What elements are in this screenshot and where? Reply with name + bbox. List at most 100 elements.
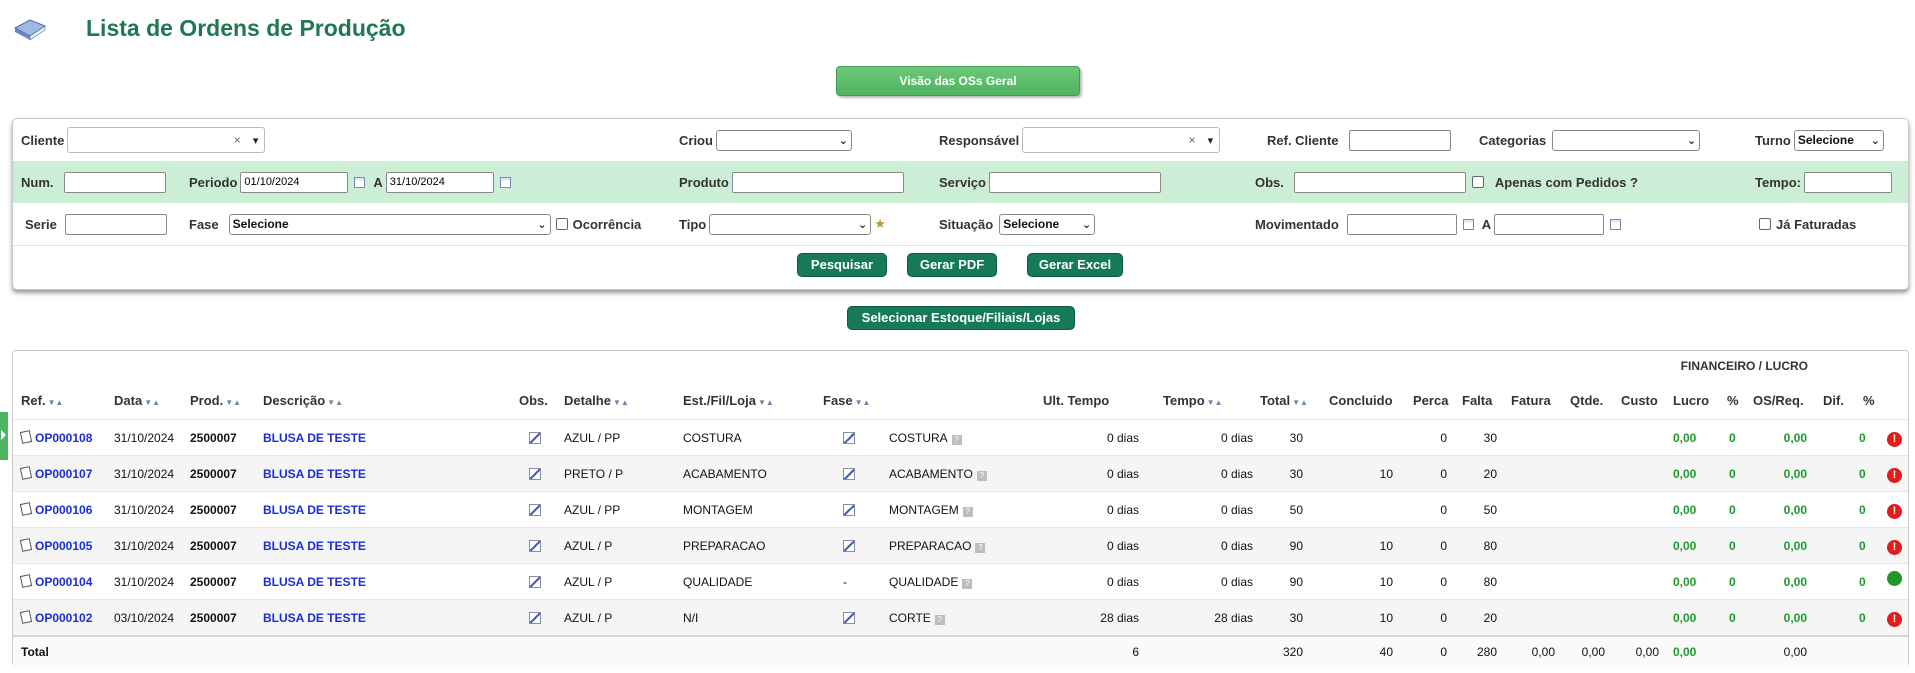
status-alert-icon[interactable]: ! — [1887, 540, 1902, 555]
clear-icon[interactable]: × — [1189, 133, 1196, 147]
situacao-select[interactable]: Selecione ⌄ — [999, 213, 1096, 235]
description-link[interactable]: BLUSA DE TESTE — [263, 600, 366, 636]
sort-icon[interactable]: ▼▲ — [48, 398, 64, 407]
col-est[interactable]: Est./Fil/Loja ▼▲ — [683, 383, 774, 419]
table-row[interactable]: OP000102 03/10/2024 2500007 BLUSA DE TESTE A… — [13, 599, 1908, 635]
status-alert-icon[interactable]: ! — [1887, 432, 1902, 447]
sort-icon[interactable]: ▼▲ — [855, 398, 871, 407]
star-icon[interactable]: ★ — [874, 216, 886, 232]
categorias-select[interactable]: ⌄ — [1552, 129, 1701, 151]
help-icon[interactable]: ? — [975, 543, 986, 553]
criou-select[interactable]: ⌄ — [715, 129, 852, 151]
ref-cliente-input[interactable] — [1348, 129, 1451, 151]
sort-icon[interactable]: ▼▲ — [1292, 398, 1308, 407]
ja-faturadas-checkbox[interactable] — [1759, 218, 1771, 230]
periodo-from-input[interactable] — [240, 171, 349, 193]
table-row[interactable]: OP000106 31/10/2024 2500007 BLUSA DE TESTE A… — [13, 491, 1908, 527]
movimentado-to-input[interactable] — [1494, 213, 1605, 235]
description-link[interactable]: BLUSA DE TESTE — [263, 420, 366, 456]
col-data[interactable]: Data ▼▲ — [114, 383, 160, 419]
servico-input[interactable] — [988, 171, 1161, 193]
tipo-select[interactable]: ⌄ — [709, 213, 872, 235]
description-link[interactable]: BLUSA DE TESTE — [263, 528, 366, 564]
help-icon[interactable]: ? — [962, 507, 973, 517]
order-ref-link[interactable]: OP000106 — [35, 503, 92, 517]
edit-icon[interactable] — [843, 468, 855, 480]
document-icon[interactable] — [19, 430, 33, 444]
document-icon[interactable] — [19, 574, 33, 588]
edit-icon[interactable] — [843, 612, 855, 624]
sort-icon[interactable]: ▼▲ — [758, 398, 774, 407]
order-ref-link[interactable]: OP000107 — [35, 467, 92, 481]
edit-icon[interactable] — [843, 504, 855, 516]
table-row[interactable]: OP000108 31/10/2024 2500007 BLUSA DE TESTE A… — [13, 419, 1908, 455]
document-icon[interactable] — [19, 466, 33, 480]
col-prod[interactable]: Prod. ▼▲ — [190, 383, 241, 419]
col-descricao[interactable]: Descrição ▼▲ — [263, 383, 343, 419]
calendar-icon[interactable] — [1462, 218, 1474, 230]
fase-select[interactable]: Selecione ⌄ — [228, 213, 551, 235]
col-tempo[interactable]: Tempo ▼▲ — [1163, 383, 1223, 419]
sort-icon[interactable]: ▼▲ — [144, 398, 160, 407]
table-row[interactable]: OP000105 31/10/2024 2500007 BLUSA DE TESTE A… — [13, 527, 1908, 563]
cliente-combobox[interactable]: × ▾ — [67, 127, 266, 153]
help-icon[interactable]: ? — [962, 579, 973, 589]
edit-icon[interactable] — [529, 576, 541, 588]
calendar-icon[interactable] — [1610, 218, 1622, 230]
order-ref-link[interactable]: OP000102 — [35, 611, 92, 625]
sort-icon[interactable]: ▼▲ — [225, 398, 241, 407]
movimentado-from-input[interactable] — [1346, 213, 1457, 235]
description-link[interactable]: BLUSA DE TESTE — [263, 456, 366, 492]
gerar-excel-button[interactable]: Gerar Excel — [1027, 253, 1123, 277]
col-ref[interactable]: Ref. ▼▲ — [21, 383, 63, 419]
calendar-icon[interactable] — [499, 176, 511, 188]
edit-icon[interactable] — [843, 432, 855, 444]
order-ref-link[interactable]: OP000108 — [35, 431, 92, 445]
document-icon[interactable] — [19, 538, 33, 552]
periodo-to-input[interactable] — [385, 171, 494, 193]
status-ok-icon[interactable] — [1887, 571, 1902, 586]
table-row[interactable]: OP000104 31/10/2024 2500007 BLUSA DE TESTE A… — [13, 563, 1908, 599]
edit-icon[interactable] — [529, 432, 541, 444]
document-icon[interactable] — [19, 610, 33, 624]
edit-icon[interactable] — [529, 540, 541, 552]
help-icon[interactable]: ? — [934, 615, 945, 625]
tempo-input[interactable] — [1803, 171, 1892, 193]
edit-icon[interactable] — [843, 540, 855, 552]
order-ref-link[interactable]: OP000104 — [35, 575, 92, 589]
num-input[interactable] — [63, 171, 166, 193]
visao-oss-geral-button[interactable]: Visão das OSs Geral — [836, 66, 1080, 96]
col-total[interactable]: Total ▼▲ — [1260, 383, 1308, 419]
sort-icon[interactable]: ▼▲ — [613, 398, 629, 407]
obs-input[interactable] — [1293, 171, 1466, 193]
col-detalhe[interactable]: Detalhe ▼▲ — [564, 383, 629, 419]
sort-icon[interactable]: ▼▲ — [327, 398, 343, 407]
help-icon[interactable]: ? — [976, 471, 987, 481]
selecionar-estoque-button[interactable]: Selecionar Estoque/Filiais/Lojas — [847, 306, 1075, 330]
calendar-icon[interactable] — [354, 176, 366, 188]
pesquisar-button[interactable]: Pesquisar — [797, 253, 887, 277]
edit-icon[interactable] — [529, 504, 541, 516]
order-ref-link[interactable]: OP000105 — [35, 539, 92, 553]
turno-select[interactable]: Selecione ⌄ — [1793, 129, 1884, 151]
status-alert-icon[interactable]: ! — [1887, 612, 1902, 627]
description-link[interactable]: BLUSA DE TESTE — [263, 492, 366, 528]
responsavel-combobox[interactable]: × ▾ — [1022, 127, 1221, 153]
serie-input[interactable] — [64, 213, 167, 235]
description-link[interactable]: BLUSA DE TESTE — [263, 564, 366, 600]
produto-input[interactable] — [731, 171, 904, 193]
document-icon[interactable] — [19, 502, 33, 516]
gerar-pdf-button[interactable]: Gerar PDF — [907, 253, 997, 277]
sort-icon[interactable]: ▼▲ — [1207, 398, 1223, 407]
ocorrencia-checkbox[interactable] — [555, 218, 568, 230]
help-icon[interactable]: ? — [951, 435, 962, 445]
col-fase[interactable]: Fase ▼▲ — [823, 383, 870, 419]
apenas-pedidos-checkbox[interactable] — [1471, 176, 1484, 188]
edit-icon[interactable] — [529, 468, 541, 480]
table-row[interactable]: OP000107 31/10/2024 2500007 BLUSA DE TESTE P… — [13, 455, 1908, 491]
status-alert-icon[interactable]: ! — [1887, 468, 1902, 483]
side-expand-tab[interactable] — [0, 412, 8, 460]
edit-icon[interactable] — [529, 612, 541, 624]
clear-icon[interactable]: × — [234, 133, 241, 147]
status-alert-icon[interactable]: ! — [1887, 504, 1902, 519]
